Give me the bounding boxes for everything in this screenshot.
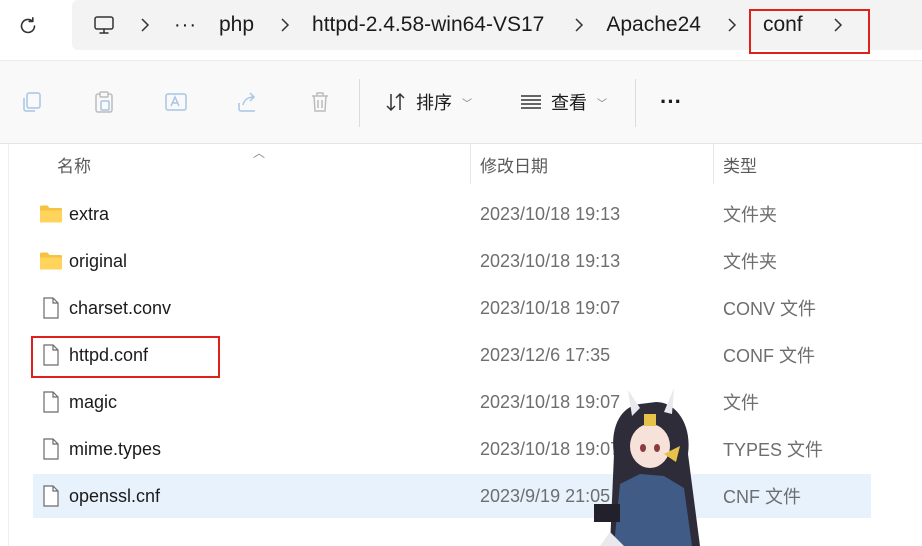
folder-icon — [40, 252, 62, 270]
breadcrumb-label: conf — [762, 13, 803, 36]
file-name: openssl.cnf — [69, 485, 161, 506]
paste-button[interactable] — [89, 87, 119, 117]
sort-menu-button[interactable]: 排序 ﹀ — [384, 87, 472, 117]
file-icon — [43, 391, 59, 413]
list-item[interactable]: original 2023/10/18 19:13 文件夹 — [33, 239, 871, 283]
more-icon: ··· — [660, 89, 682, 114]
file-name: magic — [69, 391, 118, 412]
copy-icon — [23, 92, 41, 112]
file-date: 2023/10/18 19:13 — [480, 250, 621, 271]
list-item[interactable]: extra 2023/10/18 19:13 文件夹 — [33, 192, 871, 236]
file-name: extra — [69, 203, 110, 224]
command-bar: 排序 ﹀ 查看 ﹀ ··· — [0, 60, 922, 144]
clipboard-icon — [95, 91, 113, 113]
list-item-selected[interactable]: openssl.cnf 2023/9/19 21:05 CNF 文件 — [33, 474, 871, 518]
breadcrumb-separator[interactable] — [725, 0, 739, 50]
anime-character-sticker — [594, 388, 700, 546]
breadcrumb-label: Apache24 — [606, 13, 701, 36]
breadcrumb-label: php — [218, 13, 255, 36]
file-icon — [43, 297, 59, 319]
file-type: 文件夹 — [723, 205, 777, 225]
breadcrumb-label: httpd-2.4.58-win64-VS17 — [312, 13, 545, 36]
breadcrumb-separator[interactable] — [572, 0, 586, 50]
file-date: 2023/10/18 19:13 — [480, 203, 621, 224]
rename-icon — [165, 93, 187, 111]
file-type: CONV 文件 — [723, 299, 817, 319]
more-options-button[interactable]: ··· — [660, 87, 682, 117]
file-icon — [43, 485, 59, 507]
toolbar-divider — [359, 79, 360, 127]
delete-button[interactable] — [305, 87, 335, 117]
sort-label: 排序 — [416, 93, 452, 113]
file-icon — [43, 344, 59, 366]
chevron-down-icon: ﹀ — [597, 98, 607, 110]
list-item[interactable]: mime.types 2023/10/18 19:07 TYPES 文件 — [33, 427, 871, 471]
breadcrumb-item-php[interactable]: php — [219, 0, 254, 50]
column-header-row: ︿ 名称 修改日期 类型 — [9, 144, 873, 188]
breadcrumb-separator[interactable] — [278, 0, 292, 50]
overflow-label: ··· — [174, 13, 197, 36]
breadcrumb-item-httpd[interactable]: httpd-2.4.58-win64-VS17 — [312, 0, 544, 50]
file-icon — [43, 438, 59, 460]
chevron-right-icon — [831, 18, 845, 32]
trash-icon — [312, 92, 328, 112]
breadcrumb[interactable]: ··· php httpd-2.4.58-win64-VS17 Apache24 — [72, 0, 922, 50]
view-menu-button[interactable]: 查看 ﹀ — [519, 87, 607, 117]
share-icon — [238, 92, 256, 112]
breadcrumb-item-conf[interactable]: conf — [763, 0, 803, 50]
file-name: mime.types — [69, 438, 162, 459]
sort-icon — [386, 92, 405, 112]
file-name: original — [69, 250, 128, 271]
chevron-right-icon — [572, 18, 586, 32]
column-header-name[interactable]: 名称 — [57, 152, 91, 177]
chevron-right-icon — [725, 18, 739, 32]
file-name: httpd.conf — [69, 344, 149, 365]
chevron-right-icon — [278, 18, 292, 32]
file-type: CONF 文件 — [723, 346, 815, 366]
refresh-icon — [20, 17, 36, 34]
breadcrumb-separator[interactable] — [138, 0, 152, 50]
file-list: ︿ 名称 修改日期 类型 extra 2023/10/18 19:13 文件夹 … — [8, 144, 873, 546]
file-type: CNF 文件 — [723, 487, 801, 507]
chevron-down-icon: ﹀ — [462, 98, 472, 110]
view-list-icon — [521, 95, 541, 109]
column-header-type[interactable]: 类型 — [723, 152, 757, 177]
breadcrumb-item-apache24[interactable]: Apache24 — [606, 0, 701, 50]
breadcrumb-overflow-button[interactable]: ··· — [174, 0, 197, 50]
file-type: 文件夹 — [723, 252, 777, 272]
column-divider[interactable] — [470, 144, 471, 184]
toolbar-divider — [635, 79, 636, 127]
refresh-button[interactable] — [14, 12, 42, 40]
sort-ascending-icon: ︿ — [253, 146, 266, 160]
list-item[interactable]: charset.conv 2023/10/18 19:07 CONV 文件 — [33, 286, 871, 330]
share-button[interactable] — [233, 87, 263, 117]
view-label: 查看 — [551, 93, 587, 113]
breadcrumb-expand-button[interactable] — [831, 0, 845, 50]
copy-button[interactable] — [17, 87, 47, 117]
folder-icon — [40, 205, 62, 223]
list-item[interactable]: httpd.conf 2023/12/6 17:35 CONF 文件 — [33, 333, 871, 377]
this-pc-icon[interactable] — [90, 11, 118, 39]
address-bar-area: ··· php httpd-2.4.58-win64-VS17 Apache24 — [0, 0, 922, 60]
chevron-right-icon — [138, 18, 152, 32]
list-item[interactable]: magic 2023/10/18 19:07 文件 — [33, 380, 871, 424]
file-type: 文件 — [723, 393, 759, 413]
column-header-date[interactable]: 修改日期 — [480, 152, 548, 177]
file-date: 2023/12/6 17:35 — [480, 344, 611, 365]
column-divider[interactable] — [713, 144, 714, 184]
rename-button[interactable] — [161, 87, 191, 117]
file-name: charset.conv — [69, 297, 172, 318]
file-type: TYPES 文件 — [723, 440, 824, 460]
file-date: 2023/10/18 19:07 — [480, 297, 621, 318]
